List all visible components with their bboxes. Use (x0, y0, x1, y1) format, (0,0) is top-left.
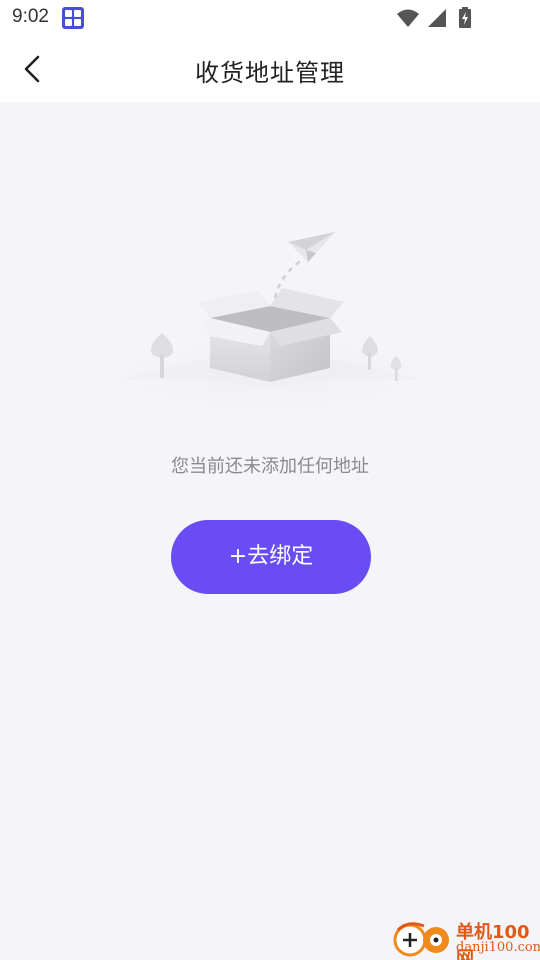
status-bar: 9:02 (0, 0, 540, 36)
header: 收货地址管理 (0, 36, 540, 102)
add-address-button[interactable]: +去绑定 (171, 520, 371, 594)
app-grid-icon (62, 7, 84, 29)
danji-logo-icon (393, 922, 449, 957)
watermark: 单机100网 danji100.com (390, 918, 540, 960)
status-time: 9:02 (12, 6, 49, 27)
battery-charging-icon (459, 7, 471, 28)
empty-box-illustration (120, 232, 420, 420)
paper-plane-icon (288, 232, 335, 262)
address-management-page: 9:02 收货地址管理 您当前还未添加任何地址 +去绑定 单机100网 danj… (0, 0, 540, 960)
wifi-icon (397, 9, 419, 27)
watermark-text-en: danji100.com (456, 940, 540, 955)
cell-signal-icon (428, 9, 446, 27)
page-title: 收货地址管理 (195, 59, 345, 87)
empty-message: 您当前还未添加任何地址 (171, 456, 369, 477)
